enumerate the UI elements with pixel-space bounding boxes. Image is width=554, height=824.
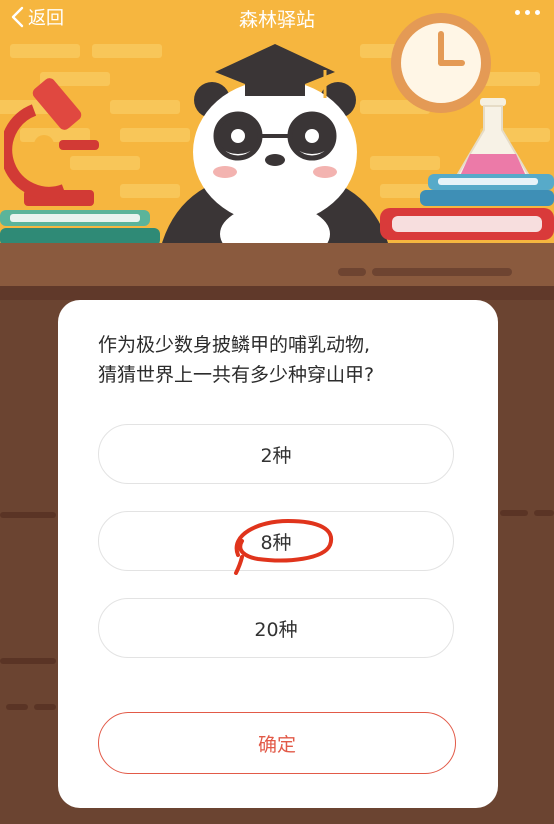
books-right-icon bbox=[380, 174, 554, 240]
desk-edge bbox=[0, 286, 554, 300]
flask-icon bbox=[456, 98, 530, 181]
panda-mascot bbox=[160, 44, 390, 250]
navigation-bar: 返回 森林驿站 bbox=[0, 0, 554, 36]
option-button[interactable]: 2种 bbox=[98, 424, 454, 484]
question-line-2: 猜猜世界上一共有多少种穿山甲? bbox=[98, 364, 375, 386]
confirm-button[interactable]: 确定 bbox=[98, 712, 456, 774]
option-button[interactable]: 20种 bbox=[98, 598, 454, 658]
more-options-button[interactable] bbox=[515, 10, 540, 15]
more-dot-icon bbox=[525, 10, 530, 15]
page-title: 森林驿站 bbox=[238, 9, 315, 31]
microscope-icon bbox=[4, 78, 99, 206]
header-illustration bbox=[0, 0, 554, 250]
more-dot-icon bbox=[515, 10, 520, 15]
desk-grain bbox=[338, 268, 512, 276]
books-left-icon bbox=[0, 210, 160, 246]
more-dot-icon bbox=[535, 10, 540, 15]
answer-circle-annotation bbox=[234, 518, 334, 575]
question-text: 作为极少数身披鳞甲的哺乳动物, 猜猜世界上一共有多少种穿山甲? bbox=[98, 330, 468, 390]
question-line-1: 作为极少数身披鳞甲的哺乳动物, bbox=[98, 334, 371, 356]
